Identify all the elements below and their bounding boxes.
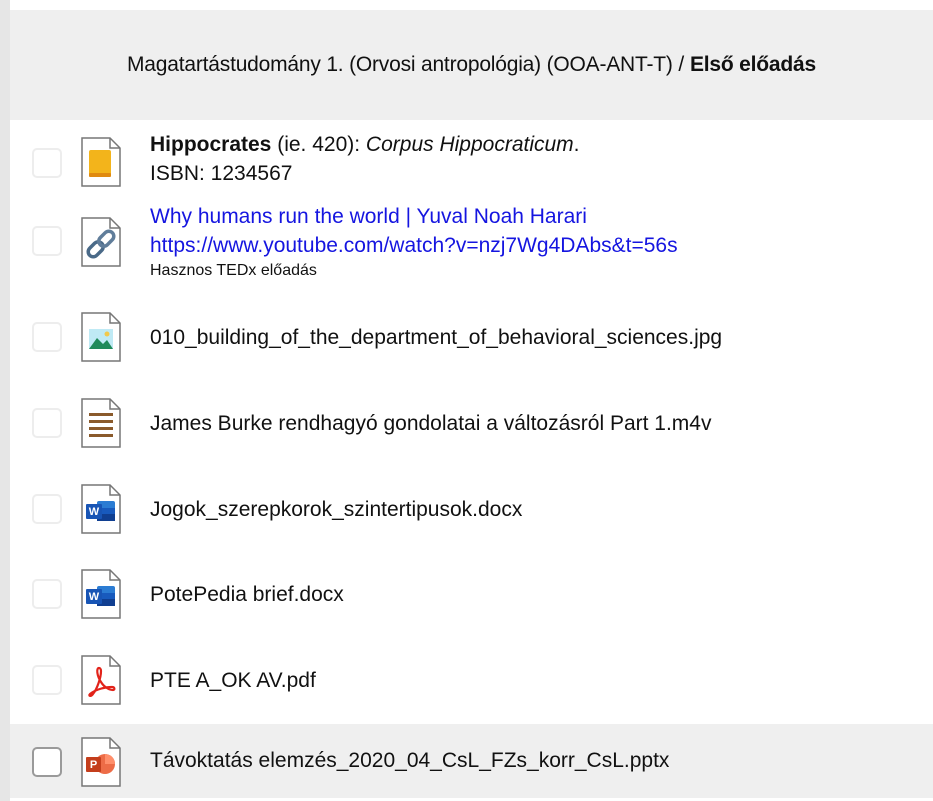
citation-suffix: . xyxy=(573,133,580,156)
svg-text:W: W xyxy=(89,591,100,603)
resource-list: Hippocrates (ie. 420): Corpus Hippocrati… xyxy=(10,120,933,798)
item-checkbox[interactable] xyxy=(32,747,62,777)
list-item[interactable]: W PotePedia brief.docx xyxy=(10,552,933,636)
citation-isbn: ISBN: 1234567 xyxy=(150,162,293,185)
citation-title: Corpus Hippocraticum xyxy=(365,133,574,156)
list-item[interactable]: PTE A_OK AV.pdf xyxy=(10,636,933,724)
citation: Hippocrates (ie. 420): Corpus Hippocrati… xyxy=(150,130,580,188)
left-border xyxy=(0,0,10,801)
svg-text:W: W xyxy=(89,506,100,518)
list-item[interactable]: P Távoktatás elemzés_2020_04_CsL_FZs_kor… xyxy=(10,724,933,798)
link-url[interactable]: https://www.youtube.com/watch?v=nzj7Wg4D… xyxy=(150,231,678,260)
item-checkbox[interactable] xyxy=(32,579,62,609)
link-details: Why humans run the world | Yuval Noah Ha… xyxy=(150,202,678,282)
link-icon xyxy=(81,217,121,267)
list-item[interactable]: Why humans run the world | Yuval Noah Ha… xyxy=(10,196,933,294)
link-title[interactable]: Why humans run the world | Yuval Noah Ha… xyxy=(150,202,678,231)
svg-text:P: P xyxy=(90,759,97,771)
item-checkbox[interactable] xyxy=(32,226,62,256)
powerpoint-file-icon: P xyxy=(81,737,121,787)
book-icon xyxy=(81,137,121,187)
file-name[interactable]: Jogok_szerepkorok_szintertipusok.docx xyxy=(150,495,522,524)
page-header: Magatartástudomány 1. (Orvosi antropológ… xyxy=(10,10,933,120)
link-note: Hasznos TEDx előadás xyxy=(150,262,317,279)
file-name[interactable]: Távoktatás elemzés_2020_04_CsL_FZs_korr_… xyxy=(150,746,669,775)
list-item[interactable]: Hippocrates (ie. 420): Corpus Hippocrati… xyxy=(10,120,933,196)
item-checkbox[interactable] xyxy=(32,148,62,178)
video-file-icon xyxy=(81,398,121,448)
item-checkbox[interactable] xyxy=(32,408,62,438)
word-file-icon: W xyxy=(81,569,121,619)
item-checkbox[interactable] xyxy=(32,322,62,352)
image-file-icon xyxy=(81,312,121,362)
file-name[interactable]: James Burke rendhagyó gondolatai a válto… xyxy=(150,409,711,438)
pdf-file-icon xyxy=(81,655,121,705)
lecture-title: Első előadás xyxy=(689,53,816,76)
item-checkbox[interactable] xyxy=(32,494,62,524)
file-name[interactable]: PTE A_OK AV.pdf xyxy=(150,666,316,695)
list-item[interactable]: W Jogok_szerepkorok_szintertipusok.docx xyxy=(10,466,933,552)
item-checkbox[interactable] xyxy=(32,665,62,695)
list-item[interactable]: James Burke rendhagyó gondolatai a válto… xyxy=(10,380,933,466)
file-name[interactable]: PotePedia brief.docx xyxy=(150,580,344,609)
citation-year: (ie. 420): xyxy=(271,133,366,156)
course-title: Magatartástudomány 1. (Orvosi antropológ… xyxy=(127,53,684,76)
citation-author: Hippocrates xyxy=(150,133,272,156)
word-file-icon: W xyxy=(81,484,121,534)
file-name[interactable]: 010_building_of_the_department_of_behavi… xyxy=(150,323,722,352)
list-item[interactable]: 010_building_of_the_department_of_behavi… xyxy=(10,294,933,380)
